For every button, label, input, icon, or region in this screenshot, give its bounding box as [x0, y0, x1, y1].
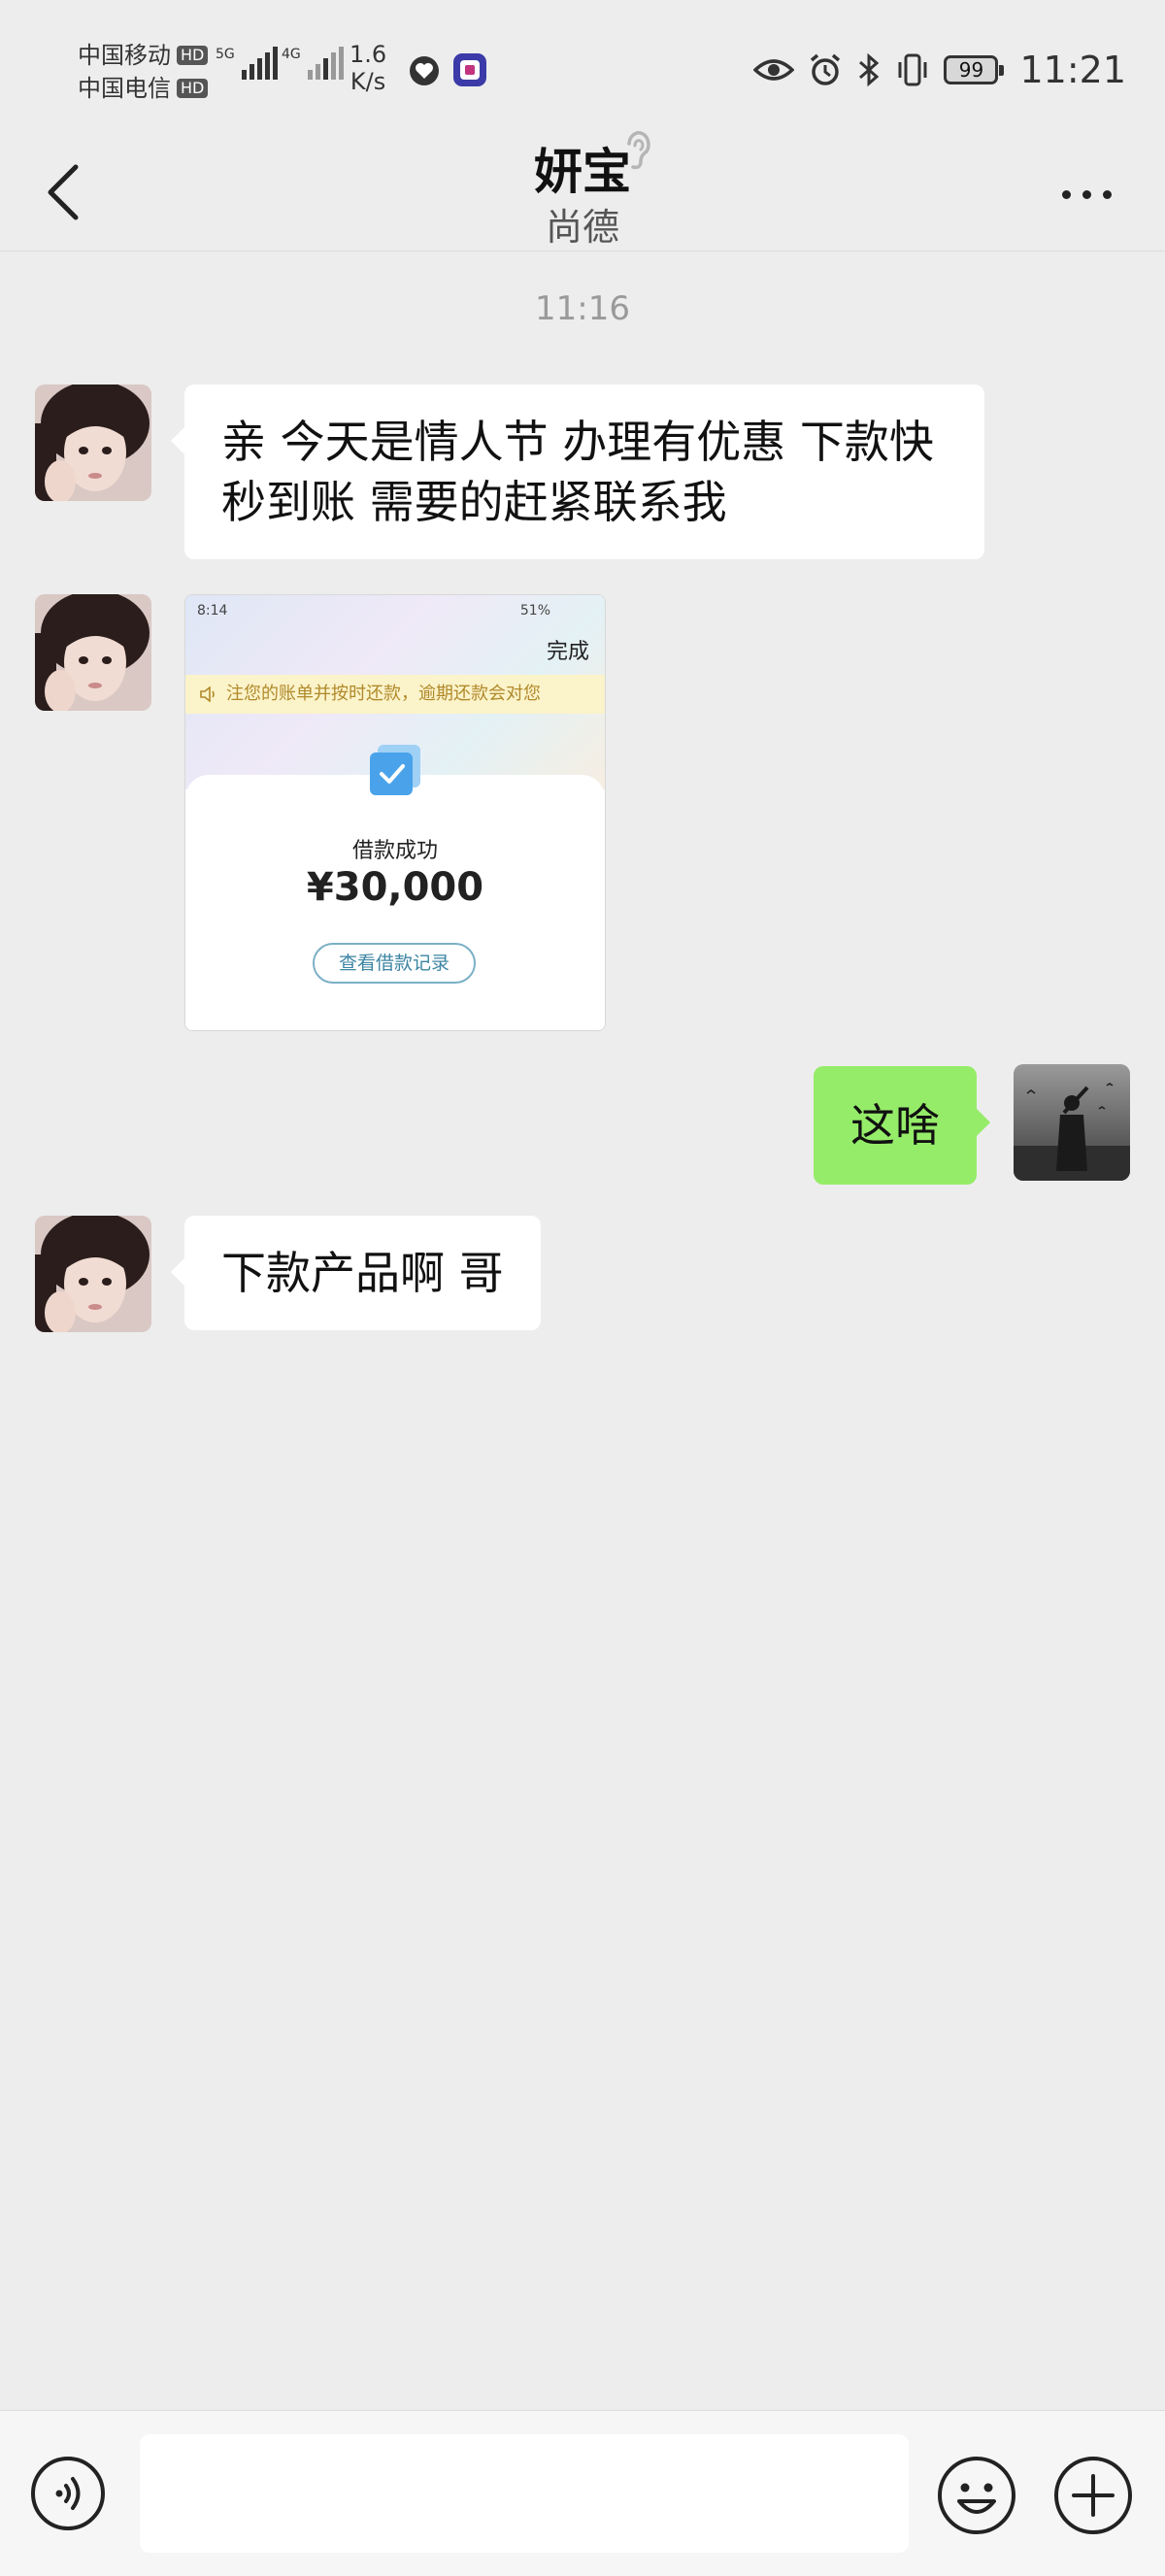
- contact-avatar-image: [35, 385, 151, 501]
- more-icon: [1061, 189, 1071, 199]
- status-time: 11:21: [1019, 49, 1126, 91]
- bluetooth-icon: [859, 52, 880, 87]
- check-document-icon: [370, 745, 420, 795]
- chat-title: 妍宝: [534, 144, 631, 200]
- signal-4g-icon: 4G: [282, 47, 344, 80]
- message-text: 亲 今天是情人节 办理有优惠 下款快秒到账 需要的赶紧联系我: [221, 416, 934, 528]
- my-avatar-image: [1014, 1064, 1130, 1181]
- carrier-1: 中国移动: [78, 42, 171, 69]
- contact-avatar-image: [35, 1216, 151, 1332]
- battery-icon: 99: [944, 55, 1005, 84]
- vibrate-icon: [898, 53, 927, 86]
- message-input[interactable]: [140, 2434, 909, 2553]
- network-4g-label: 4G: [282, 47, 301, 62]
- contact-avatar[interactable]: [35, 385, 151, 501]
- image-notice-text: 注您的账单并按时还款，逾期还款会对您: [226, 684, 541, 704]
- image-view-records-button: 查看借款记录: [313, 943, 476, 984]
- network-speed: 1.6 K/s: [350, 41, 386, 95]
- message-text: 这啥: [850, 1099, 940, 1152]
- image-done-label: 完成: [546, 640, 589, 664]
- voice-icon[interactable]: [29, 2455, 107, 2532]
- message-text: 下款产品啊 哥: [221, 1247, 504, 1299]
- emoji-icon[interactable]: [936, 2455, 1017, 2536]
- ear-icon: [627, 131, 650, 170]
- heart-app-icon: [410, 56, 439, 85]
- speaker-icon: [200, 686, 215, 702]
- carrier-info: 中国移动 HD 中国电信 HD: [78, 39, 209, 105]
- image-loan-label: 借款成功: [351, 839, 438, 863]
- status-bar: 中国移动 HD 中国电信 HD 5G 4G 1.6 K/s 99 11:21: [0, 0, 1165, 136]
- hd-badge: HD: [177, 79, 209, 98]
- contact-avatar-image: [35, 594, 151, 711]
- speed-unit: K/s: [350, 68, 386, 95]
- title-block: 妍宝 尚德: [0, 136, 1165, 247]
- image-message[interactable]: 8:14 51% 完成 注您的账单并按时还款，逾期还款会对您 借款成功 ¥30,…: [184, 594, 606, 1031]
- message-bubble-sent[interactable]: 这啥: [814, 1066, 990, 1185]
- message-bubble-received[interactable]: 下款产品啊 哥: [171, 1216, 541, 1330]
- contact-avatar[interactable]: [35, 1216, 151, 1332]
- plus-icon[interactable]: [1052, 2455, 1134, 2536]
- system-indicators: 99 11:21: [753, 49, 1126, 91]
- speed-value: 1.6: [350, 41, 387, 68]
- alarm-icon: [811, 53, 841, 85]
- eye-icon: [753, 59, 795, 81]
- hd-badge: HD: [177, 46, 209, 65]
- network-5g-label: 5G: [216, 47, 235, 62]
- image-status-time: 8:14: [197, 603, 228, 619]
- message-bubble-received[interactable]: 亲 今天是情人节 办理有优惠 下款快秒到账 需要的赶紧联系我: [171, 385, 984, 559]
- my-avatar[interactable]: [1014, 1064, 1130, 1181]
- signal-5g-icon: 5G: [216, 47, 278, 80]
- image-notice-banner: 注您的账单并按时还款，逾期还款会对您: [185, 675, 605, 714]
- chat-subtitle: 尚德: [545, 206, 619, 249]
- image-status-battery: 51%: [519, 603, 550, 619]
- input-bar: [0, 2410, 1165, 2576]
- carrier-2: 中国电信: [78, 75, 171, 102]
- more-button[interactable]: [1052, 175, 1120, 214]
- image-loan-amount: ¥30,000: [306, 865, 484, 910]
- chat-header: 妍宝 尚德: [0, 136, 1165, 251]
- sticker-app-icon: [453, 53, 486, 86]
- time-separator: 11:16: [535, 289, 630, 328]
- contact-avatar[interactable]: [35, 594, 151, 711]
